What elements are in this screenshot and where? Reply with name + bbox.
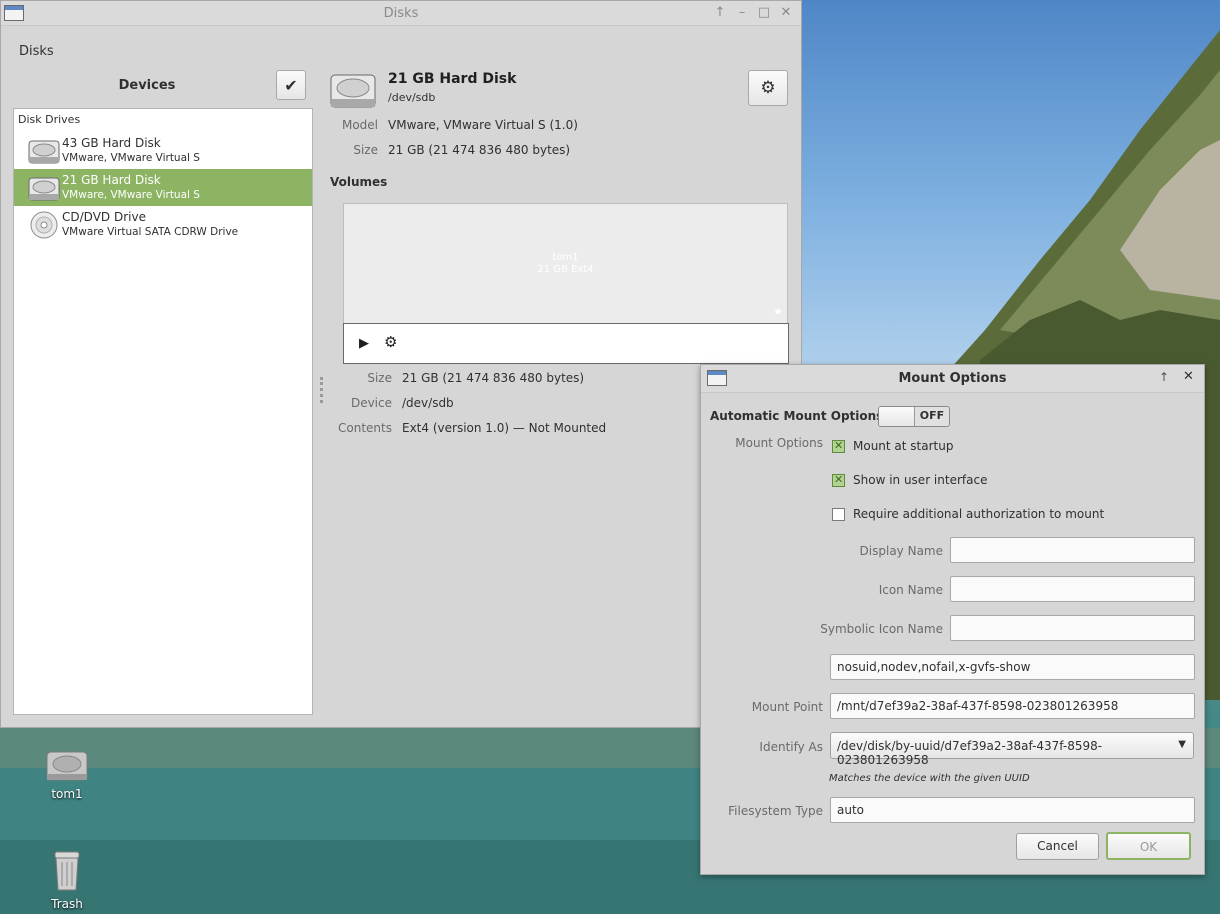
mount-play-icon[interactable]: ▶ — [359, 336, 369, 351]
device-subtitle: VMware, VMware Virtual S — [62, 152, 200, 164]
identify-as-label: Identify As — [759, 740, 823, 754]
display-name-input[interactable] — [950, 537, 1195, 563]
gears-icon[interactable]: ⚙ — [384, 333, 397, 351]
mount-point-input[interactable] — [830, 693, 1195, 719]
show-in-ui-label[interactable]: Show in user interface — [853, 473, 987, 487]
mount-options-label: Mount Options — [735, 436, 823, 450]
desktop-icon-label: tom1 — [51, 787, 83, 801]
volume-device-value: /dev/sdb — [402, 396, 454, 410]
keep-above-icon[interactable]: ↑ — [1159, 370, 1169, 384]
cancel-button[interactable]: Cancel — [1016, 833, 1099, 860]
volume-size-value: 21 GB (21 474 836 480 bytes) — [402, 371, 585, 385]
symbolic-icon-name-input[interactable] — [950, 615, 1195, 641]
device-subtitle: VMware, VMware Virtual S — [62, 189, 200, 201]
select-button[interactable]: ✔ — [276, 70, 306, 100]
optical-disc-icon — [30, 211, 58, 239]
maximize-icon[interactable]: □ — [756, 5, 772, 20]
minimize-icon[interactable]: – — [734, 5, 750, 20]
checkmark-icon: ✔ — [284, 75, 298, 95]
device-item-21gb[interactable]: 21 GB Hard Disk VMware, VMware Virtual S — [14, 169, 312, 206]
volume-device-label: Device — [350, 396, 392, 410]
volume-name: tom1 — [552, 252, 579, 263]
disk-settings-button[interactable]: ⚙ — [748, 70, 788, 106]
device-name: 43 GB Hard Disk — [62, 136, 161, 150]
volume-toolbar: ▶ ⚙ — [343, 323, 789, 364]
disks-window: Disks ↑ – □ ✕ Disks Devices ✔ Disk Drive… — [0, 0, 802, 728]
toggle-state: OFF — [919, 409, 945, 422]
device-item-cdrom[interactable]: CD/DVD Drive VMware Virtual SATA CDRW Dr… — [14, 206, 312, 243]
hard-disk-icon — [28, 140, 60, 164]
toggle-knob — [879, 407, 915, 426]
automatic-mount-toggle[interactable]: OFF — [878, 406, 950, 427]
mount-point-label: Mount Point — [751, 700, 823, 714]
volume-map[interactable]: tom1 21 GB Ext4 ★ — [343, 203, 788, 324]
device-list: Disk Drives 43 GB Hard Disk VMware, VMwa… — [13, 108, 313, 715]
window-titlebar[interactable]: Disks ↑ – □ ✕ — [1, 1, 801, 26]
model-label: Model — [341, 118, 378, 132]
desktop-icon-label: Trash — [51, 897, 83, 911]
star-icon: ★ — [773, 305, 783, 318]
desktop-icon-trash[interactable]: Trash — [27, 846, 107, 911]
chevron-down-icon: ▼ — [1178, 739, 1186, 750]
identify-as-dropdown[interactable]: /dev/disk/by-uuid/d7ef39a2-38af-437f-859… — [830, 732, 1194, 767]
device-name: 21 GB Hard Disk — [62, 173, 161, 187]
volume-size-label: Size — [367, 371, 392, 385]
dialog-titlebar[interactable]: Mount Options ↑ ✕ — [701, 365, 1204, 393]
close-icon[interactable]: ✕ — [778, 5, 794, 20]
volume-desc: 21 GB Ext4 — [537, 264, 594, 275]
desktop-icon-tom1[interactable]: tom1 — [27, 744, 107, 801]
show-in-ui-checkbox[interactable] — [832, 473, 845, 487]
identify-as-hint: Matches the device with the given UUID — [829, 773, 1030, 784]
automatic-mount-label: Automatic Mount Options — [710, 409, 884, 423]
window-title: Disks — [383, 6, 419, 21]
hard-disk-icon — [28, 177, 60, 201]
symbolic-icon-name-label: Symbolic Icon Name — [820, 622, 943, 636]
display-name-label: Display Name — [859, 544, 943, 558]
model-value: VMware, VMware Virtual S (1.0) — [388, 118, 578, 132]
keep-above-icon[interactable]: ↑ — [712, 5, 728, 20]
icon-name-input[interactable] — [950, 576, 1195, 602]
require-auth-checkbox[interactable] — [832, 508, 845, 521]
disk-drives-header: Disk Drives — [18, 113, 81, 126]
trash-icon — [54, 851, 80, 891]
require-auth-label[interactable]: Require additional authorization to moun… — [853, 507, 1104, 521]
disk-device-path: /dev/sdb — [388, 91, 436, 104]
filesystem-type-label: Filesystem Type — [728, 804, 823, 818]
mount-at-startup-checkbox[interactable] — [832, 439, 845, 453]
filesystem-type-input[interactable] — [830, 797, 1195, 823]
volumes-heading: Volumes — [330, 175, 388, 189]
app-menu[interactable]: Disks — [19, 44, 54, 59]
drive-icon — [46, 751, 88, 781]
volume-contents-label: Contents — [338, 421, 392, 435]
volume-block[interactable]: tom1 21 GB Ext4 — [344, 252, 787, 276]
devices-heading: Devices — [118, 78, 176, 93]
hard-disk-icon — [330, 74, 376, 108]
volume-contents-value: Ext4 (version 1.0) — Not Mounted — [402, 421, 607, 435]
gear-icon: ⚙ — [760, 78, 776, 98]
size-value: 21 GB (21 474 836 480 bytes) — [388, 143, 571, 157]
device-subtitle: VMware Virtual SATA CDRW Drive — [62, 226, 239, 238]
device-name: CD/DVD Drive — [62, 210, 146, 224]
icon-name-label: Icon Name — [878, 583, 943, 597]
disk-title: 21 GB Hard Disk — [388, 71, 517, 87]
size-label: Size — [353, 143, 378, 157]
ok-button[interactable]: OK — [1106, 832, 1191, 860]
dialog-title: Mount Options — [898, 371, 1007, 386]
mount-at-startup-label[interactable]: Mount at startup — [853, 439, 953, 453]
mount-options-input[interactable] — [830, 654, 1195, 680]
device-item-43gb[interactable]: 43 GB Hard Disk VMware, VMware Virtual S — [14, 132, 312, 169]
close-icon[interactable]: ✕ — [1183, 369, 1194, 384]
